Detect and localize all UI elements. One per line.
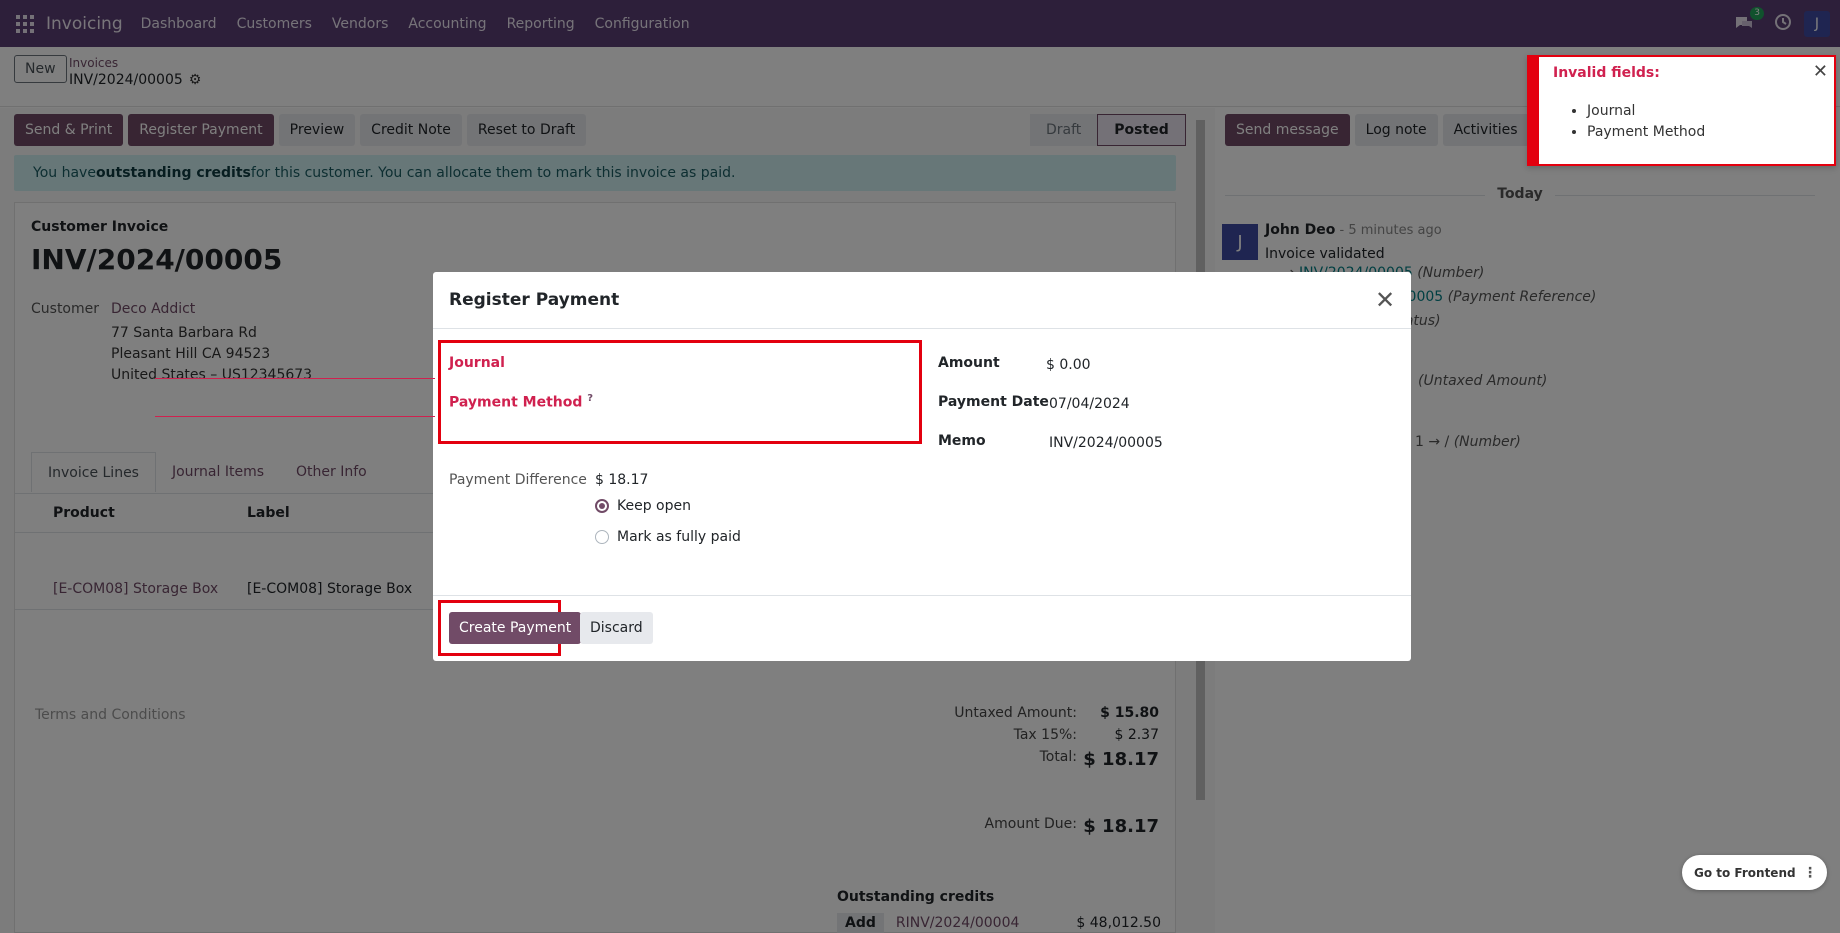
toast-title: Invalid fields: — [1553, 65, 1660, 81]
invalid-fields-highlight — [438, 340, 922, 444]
payment-method-label-text: Payment Method — [449, 394, 583, 411]
payment-difference-value: $ 18.17 — [595, 472, 649, 488]
mark-paid-option[interactable]: Mark as fully paid — [595, 529, 741, 545]
keep-open-label: Keep open — [617, 498, 691, 514]
payment-method-input[interactable] — [155, 393, 435, 417]
memo-label: Memo — [938, 433, 986, 449]
journal-label: Journal — [449, 355, 505, 371]
help-icon[interactable]: ? — [587, 393, 593, 404]
journal-input[interactable] — [155, 355, 435, 379]
payment-date-value[interactable]: 07/04/2024 — [1049, 396, 1130, 412]
go-to-frontend-button[interactable]: Go to Frontend ⋮ — [1682, 855, 1827, 890]
register-payment-dialog: Register Payment ✕ Journal Payment Metho… — [155, 272, 1411, 661]
create-payment-button[interactable]: Create Payment — [449, 612, 582, 644]
close-icon[interactable]: ✕ — [1813, 61, 1828, 82]
go-to-frontend-label: Go to Frontend — [1694, 865, 1796, 880]
amount-value[interactable]: $ 0.00 — [1046, 357, 1091, 373]
payment-difference-label: Payment Difference — [449, 472, 587, 488]
list-item: Journal — [1587, 101, 1705, 122]
mark-paid-label: Mark as fully paid — [617, 529, 741, 545]
more-icon[interactable]: ⋮ — [1803, 865, 1817, 881]
discard-button[interactable]: Discard — [580, 612, 653, 644]
payment-date-label: Payment Date — [938, 394, 1049, 410]
modal-title: Register Payment — [449, 290, 620, 310]
radio-unchecked[interactable] — [595, 530, 609, 544]
memo-value[interactable]: INV/2024/00005 — [1049, 435, 1163, 451]
payment-method-label: Payment Method ? — [449, 393, 593, 411]
toast-list: Journal Payment Method — [1587, 101, 1705, 143]
list-item: Payment Method — [1587, 122, 1705, 143]
keep-open-option[interactable]: Keep open — [595, 498, 691, 514]
radio-checked[interactable] — [595, 499, 609, 513]
amount-label: Amount — [938, 355, 1000, 371]
modal-header: Register Payment ✕ — [433, 272, 1411, 329]
invalid-fields-toast: Invalid fields: ✕ Journal Payment Method — [1527, 55, 1836, 166]
close-icon[interactable]: ✕ — [1371, 286, 1399, 314]
